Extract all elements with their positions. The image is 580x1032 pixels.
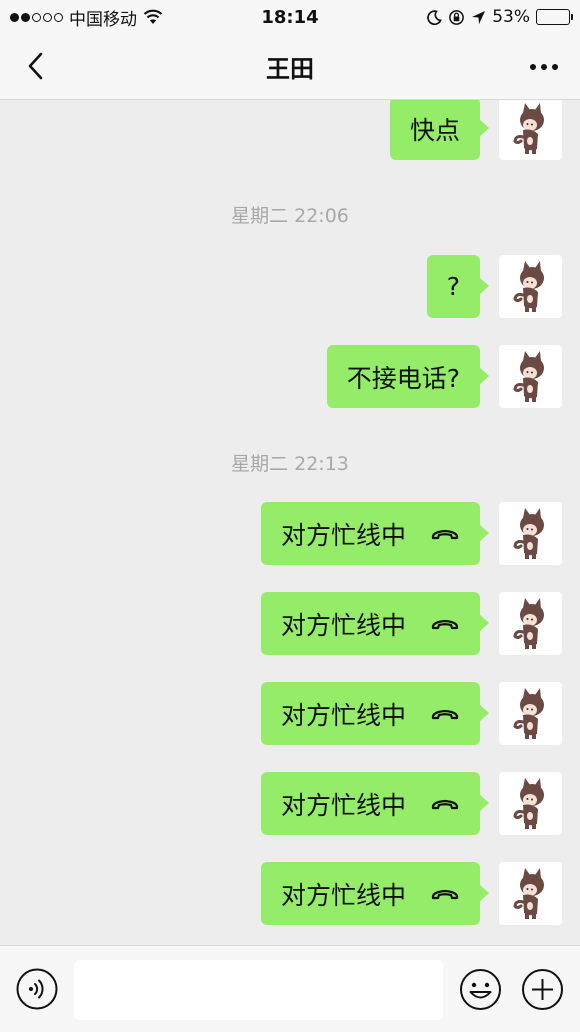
status-right: 53% — [427, 7, 573, 27]
cat-character-icon — [513, 103, 544, 154]
voice-icon — [16, 968, 58, 1010]
phone-hangup-icon — [430, 796, 460, 812]
call-status-text: 对方忙线中 — [280, 520, 406, 550]
avatar[interactable] — [499, 862, 562, 925]
voice-button[interactable] — [16, 968, 58, 1010]
call-bubble[interactable]: 对方忙线中 — [260, 862, 490, 925]
call-status-text: 对方忙线中 — [280, 610, 406, 640]
cat-character-icon — [513, 508, 544, 559]
avatar[interactable] — [499, 592, 562, 655]
avatar[interactable] — [499, 502, 562, 565]
emoji-button[interactable] — [459, 968, 502, 1011]
signal-icon — [10, 12, 63, 22]
nav-bar: 王田 — [0, 34, 580, 100]
message-input[interactable] — [74, 960, 443, 1020]
phone-hangup-icon — [430, 886, 460, 902]
timestamp: 星期二 22:06 — [231, 205, 349, 227]
message-bubble[interactable]: 快点 — [389, 100, 490, 160]
phone-hangup-icon — [430, 616, 460, 632]
message-bubble[interactable]: 不接电话? — [326, 345, 490, 408]
avatar[interactable] — [499, 255, 562, 318]
chat-area[interactable]: 快点 星期二 22:06 ? 不接电话? 星期二 22:13 对方忙线中 对方忙… — [0, 100, 580, 945]
avatar[interactable] — [499, 100, 562, 160]
carrier-name: 中国移动 — [69, 9, 137, 30]
call-bubble[interactable]: 对方忙线中 — [260, 592, 490, 655]
location-arrow-icon — [472, 10, 486, 24]
call-bubble[interactable]: 对方忙线中 — [260, 682, 490, 745]
call-bubble[interactable]: 对方忙线中 — [260, 502, 490, 565]
cat-character-icon — [513, 351, 544, 402]
emoji-icon — [460, 969, 501, 1010]
message-text: 不接电话? — [346, 363, 460, 393]
call-status-text: 对方忙线中 — [280, 880, 406, 910]
cat-character-icon — [513, 778, 544, 829]
call-bubble[interactable]: 对方忙线中 — [260, 772, 490, 835]
wifi-icon — [143, 9, 163, 24]
message-text: 快点 — [409, 115, 460, 145]
phone-hangup-icon — [430, 526, 460, 542]
cat-character-icon — [513, 598, 544, 649]
status-left: 中国移动 — [10, 5, 163, 30]
avatar[interactable] — [499, 345, 562, 408]
message-text: ? — [446, 272, 460, 301]
cat-character-icon — [513, 261, 544, 312]
cat-character-icon — [513, 868, 544, 919]
input-bar — [0, 945, 580, 1032]
more-button[interactable] — [526, 52, 562, 82]
moon-icon — [427, 9, 443, 25]
phone-hangup-icon — [430, 706, 460, 722]
cat-character-icon — [513, 688, 544, 739]
battery-icon — [536, 9, 573, 25]
plus-button[interactable] — [521, 968, 564, 1011]
avatar[interactable] — [499, 772, 562, 835]
call-status-text: 对方忙线中 — [280, 700, 406, 730]
timestamp: 星期二 22:13 — [231, 453, 349, 475]
back-button[interactable] — [18, 48, 54, 84]
rotation-lock-icon — [449, 9, 465, 25]
battery-percent: 53% — [492, 7, 530, 27]
status-bar: 中国移动 18:14 53% — [0, 0, 580, 34]
chat-title: 王田 — [266, 55, 314, 83]
plus-icon — [522, 969, 563, 1010]
more-dots-icon — [530, 64, 558, 70]
message-bubble[interactable]: ? — [426, 255, 490, 318]
chevron-left-icon — [28, 52, 43, 80]
avatar[interactable] — [499, 682, 562, 745]
call-status-text: 对方忙线中 — [280, 790, 406, 820]
